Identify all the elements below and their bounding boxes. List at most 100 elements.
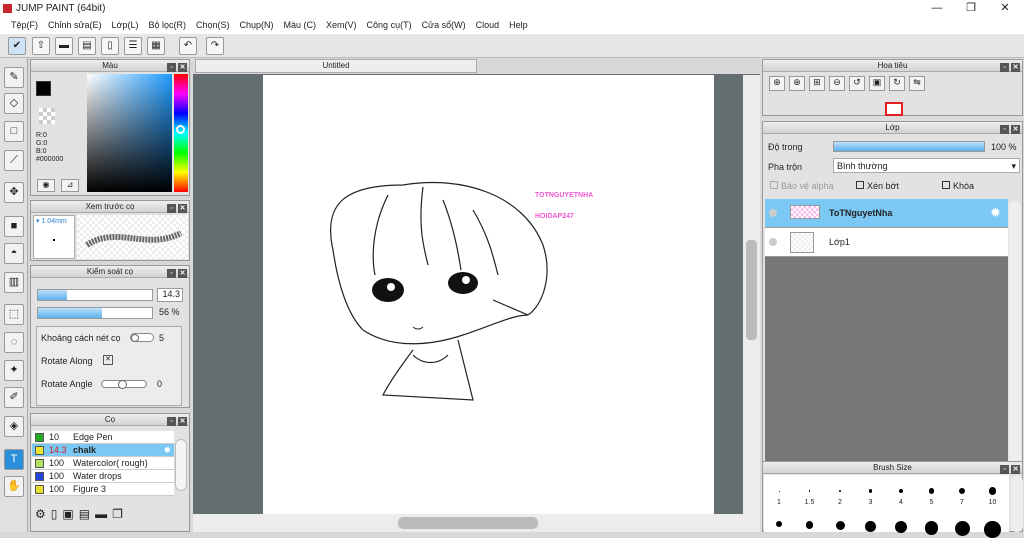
float-icon[interactable]: ▫ — [167, 63, 176, 72]
panel-close-icon[interactable]: ✕ — [1011, 125, 1020, 134]
brush-settings-icon[interactable]: ✹ — [163, 444, 171, 457]
pen-tool-icon[interactable]: ✎ — [4, 67, 24, 88]
message-icon[interactable]: ▤ — [78, 37, 96, 55]
menu-file[interactable]: Tệp(F) — [6, 18, 43, 34]
protect-alpha-option[interactable]: Bảo vệ alpha — [770, 181, 834, 191]
gradient-tool-icon[interactable]: ▥ — [4, 272, 24, 293]
float-icon[interactable]: ▫ — [167, 269, 176, 278]
brush-list-item[interactable]: 100 Watercolor( rough) — [32, 457, 174, 470]
minimize-button[interactable]: — — [922, 1, 952, 16]
panel-close-icon[interactable]: ✕ — [1011, 63, 1020, 72]
text-tool-icon[interactable]: T — [4, 449, 24, 470]
transparent-color-swatch[interactable] — [39, 108, 55, 124]
close-button[interactable]: ✕ — [990, 1, 1020, 16]
fit-icon[interactable]: ⊞ — [809, 76, 825, 91]
color-field[interactable] — [87, 74, 172, 192]
foreground-color-swatch[interactable] — [36, 81, 51, 96]
shape-tool-icon[interactable]: ■ — [4, 216, 24, 237]
line-tool-icon[interactable]: ⟋ — [4, 150, 24, 171]
menu-select[interactable]: Chọn(S) — [191, 18, 235, 34]
comment-icon[interactable]: ▬ — [55, 37, 73, 55]
menu-window[interactable]: Cửa sổ(W) — [417, 18, 471, 34]
select-eraser-tool-icon[interactable]: ◈ — [4, 416, 24, 437]
canvas-horizontal-scrollbar[interactable] — [193, 514, 760, 532]
rotate-left-icon[interactable]: ↺ — [849, 76, 865, 91]
float-icon[interactable]: ▫ — [167, 417, 176, 426]
export-icon[interactable]: ⇧ — [32, 37, 50, 55]
float-icon[interactable]: ▫ — [1000, 63, 1009, 72]
hue-handle[interactable] — [176, 125, 185, 134]
brush-list-item[interactable]: 14.3 chalk ✹ — [32, 444, 174, 457]
brush-settings-icon[interactable]: ⚙ — [35, 507, 46, 529]
tab-untitled[interactable]: Untitled — [195, 59, 477, 73]
float-icon[interactable]: ▫ — [167, 204, 176, 213]
select-pen-tool-icon[interactable]: ✐ — [4, 387, 24, 408]
brush-doc-icon[interactable]: ▤ — [79, 507, 90, 529]
rotate-right-icon[interactable]: ↻ — [889, 76, 905, 91]
panel-close-icon[interactable]: ✕ — [1011, 465, 1020, 474]
brush-list-item[interactable]: 10 Edge Pen — [32, 431, 174, 444]
navigator-thumbnail[interactable] — [885, 102, 903, 116]
float-icon[interactable]: ▫ — [1000, 465, 1009, 474]
panel-close-icon[interactable]: ✕ — [178, 63, 187, 72]
eraser-tool-icon[interactable]: ◇ — [4, 93, 24, 114]
menu-filter[interactable]: Bộ lọc(R) — [143, 18, 191, 34]
lock-option[interactable]: Khóa — [942, 181, 974, 191]
redo-icon[interactable]: ↷ — [206, 37, 224, 55]
grid-icon[interactable]: ▦ — [147, 37, 165, 55]
brush-list-item[interactable]: 100 Figure 3 — [32, 483, 174, 496]
zoom-actual-icon[interactable]: ⊕ — [769, 76, 785, 91]
menu-tools[interactable]: Công cụ(T) — [362, 18, 417, 34]
palette-icon[interactable]: ◉ — [37, 179, 55, 192]
brush-list-scrollbar[interactable] — [175, 439, 187, 491]
copy-brush-icon[interactable]: ▣ — [62, 507, 73, 529]
visibility-icon[interactable] — [769, 238, 777, 246]
brush-size-grid[interactable]: 1 1.5 2 3 4 5 7 10 — [764, 475, 1009, 538]
folder-icon[interactable]: ▬ — [95, 507, 107, 529]
brush-size-cell[interactable]: 1.5 — [795, 475, 825, 532]
layer-list-scrollbar[interactable] — [1009, 201, 1021, 489]
drawing-canvas[interactable]: TOTNGUYETNHA HOIDAP247 — [263, 75, 714, 515]
brush-size-cell[interactable]: 7 — [947, 475, 977, 536]
rotate-along-checkbox[interactable]: ✕ — [103, 355, 113, 365]
opacity-slider[interactable] — [37, 307, 153, 319]
panel-close-icon[interactable]: ✕ — [178, 417, 187, 426]
menu-view[interactable]: Xem(V) — [321, 18, 362, 34]
menu-help[interactable]: Help — [504, 18, 533, 34]
brush-size-cell[interactable]: 5 — [917, 475, 947, 535]
list-icon[interactable]: ☰ — [124, 37, 142, 55]
canvas-vertical-scrollbar[interactable] — [743, 75, 760, 514]
brush-size-cell[interactable]: 2 — [825, 475, 855, 532]
lasso-tool-icon[interactable]: ◌ — [4, 332, 24, 353]
panel-close-icon[interactable]: ✕ — [178, 204, 187, 213]
rect-select-tool-icon[interactable]: □ — [4, 121, 24, 142]
panel-close-icon[interactable]: ✕ — [178, 269, 187, 278]
blend-mode-select[interactable]: Bình thường ▾ — [833, 158, 1020, 173]
magic-wand-tool-icon[interactable]: ✦ — [4, 360, 24, 381]
layer-opacity-slider[interactable] — [833, 141, 985, 152]
brush-size-cell[interactable]: 4 — [886, 475, 916, 533]
layer-row[interactable]: ToTNguyetNha ✹ — [765, 199, 1008, 228]
visibility-icon[interactable] — [769, 209, 777, 217]
size-input[interactable]: 14.3 — [157, 288, 183, 302]
brush-list-item[interactable]: 100 Water drops — [32, 470, 174, 483]
zoom-out-icon[interactable]: ⊖ — [829, 76, 845, 91]
undo-icon[interactable]: ↶ — [179, 37, 197, 55]
menu-capture[interactable]: Chụp(N) — [235, 18, 279, 34]
layer-settings-icon[interactable]: ✹ — [990, 205, 1001, 221]
move-tool-icon[interactable]: ✥ — [4, 182, 24, 203]
new-brush-icon[interactable]: ▯ — [51, 507, 58, 529]
brush-size-cell[interactable]: 3 — [856, 475, 886, 532]
float-icon[interactable]: ▫ — [1000, 125, 1009, 134]
size-slider[interactable] — [37, 289, 153, 301]
menu-cloud[interactable]: Cloud — [471, 18, 505, 34]
brush-size-cell[interactable]: 1 — [764, 475, 794, 532]
layer-row[interactable]: Lớp1 — [765, 228, 1008, 257]
flip-icon[interactable]: ⇋ — [909, 76, 925, 91]
clip-option[interactable]: Xén bớt — [856, 181, 899, 191]
brush-size-scrollbar[interactable] — [1011, 476, 1023, 532]
maximize-button[interactable]: ❐ — [956, 1, 986, 16]
reset-rotate-icon[interactable]: ▣ — [869, 76, 885, 91]
rotate-angle-slider[interactable] — [101, 380, 147, 389]
hand-tool-icon[interactable]: ✋ — [4, 476, 24, 497]
